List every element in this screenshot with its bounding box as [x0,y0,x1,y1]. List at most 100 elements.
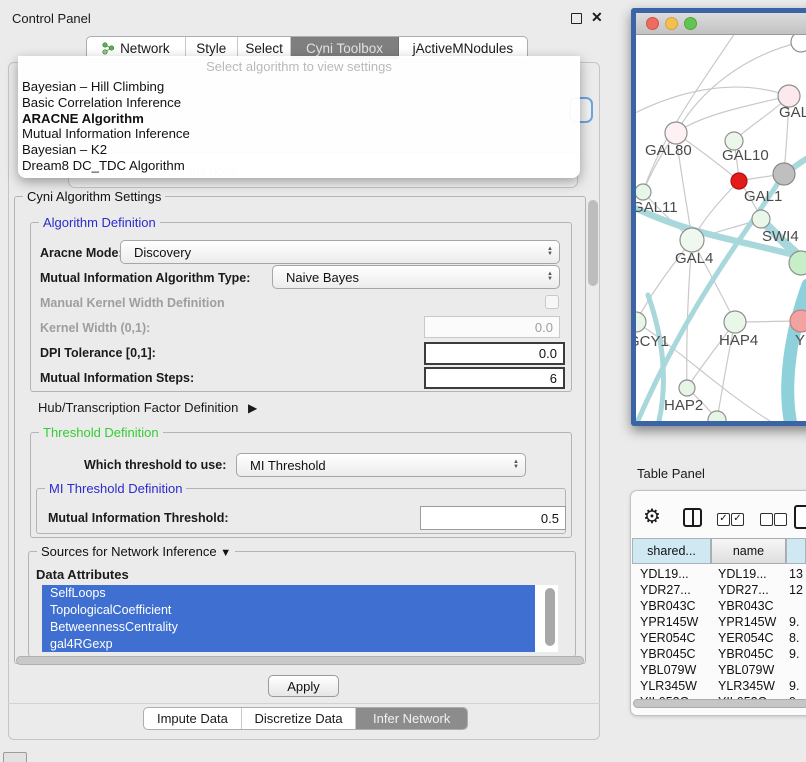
tab-discretize-data[interactable]: Discretize Data [242,708,357,729]
network-window-titlebar[interactable] [636,13,806,35]
table-row[interactable]: YBR045C YBR045C 9. [632,646,806,662]
sources-group-title: Sources for Network Inference ▼ [37,544,235,559]
tab-impute-data[interactable]: Impute Data [144,708,242,729]
close-icon[interactable]: ✕ [591,9,603,26]
checked-checkbox-icon[interactable]: ✓ [731,513,744,526]
cell-name: YBR043C [711,599,786,613]
dpi-tolerance-input[interactable]: 0.0 [424,342,565,365]
which-threshold-select[interactable]: MI Threshold ▲▼ [236,453,526,477]
expanded-arrow-icon[interactable]: ▼ [220,547,231,559]
node[interactable] [636,184,651,200]
cell-value: 9. [786,679,806,693]
network-canvas[interactable]: GAL GAL80 GAL10 GAL11 GAL1 SWI4 GAL4 GCY… [636,35,806,421]
minimize-window-icon[interactable] [665,17,678,30]
dpi-tolerance-label: DPI Tolerance [0,1]: [40,346,156,360]
table-row[interactable]: YDL19... YDL19... 13 [632,566,806,582]
table-row[interactable]: YBL079W YBL079W [632,662,806,678]
node[interactable] [665,122,687,144]
stepper-arrows-icon: ▲▼ [507,460,525,470]
zoom-window-icon[interactable] [684,17,697,30]
which-threshold-label: Which threshold to use: [84,458,226,472]
checked-checkbox-icon[interactable]: ✓ [717,513,730,526]
hub-definition-toggle[interactable]: Hub/Transcription Factor Definition ▶ [38,400,257,415]
split-columns-icon[interactable] [683,508,702,527]
cell-name: YDL19... [711,567,786,581]
menu-item[interactable]: Bayesian – K2 [22,142,576,158]
node[interactable] [636,312,646,332]
node[interactable] [679,380,695,396]
node-label: Y [795,332,805,349]
algorithm-definition-title: Algorithm Definition [39,215,160,230]
node[interactable] [752,210,770,228]
tab-infer-network[interactable]: Infer Network [356,708,467,729]
cell-name: YER054C [711,631,786,645]
table-row[interactable]: YDR27... YDR27... 12 [632,582,806,598]
menu-item-selected[interactable]: ARACNE Algorithm [22,110,576,126]
network-nodes-icon [102,42,115,55]
column-header-clipped[interactable] [786,538,806,564]
tab-select-label: Select [245,41,283,56]
unchecked-checkbox-icon[interactable] [760,513,773,526]
app-screen: Control Panel ✕ Network Style Select Cyn… [0,0,806,762]
close-window-icon[interactable] [646,17,659,30]
settings-horizontal-scrollbar[interactable] [16,656,584,665]
unchecked-checkbox-icon[interactable] [774,513,787,526]
menu-item[interactable]: Basic Correlation Inference [22,95,576,111]
attributes-list-scrollbar[interactable] [545,588,555,646]
apply-button[interactable]: Apply [268,675,339,697]
aracne-mode-select[interactable]: Discovery ▲▼ [120,240,560,264]
mi-steps-input[interactable]: 6 [424,367,565,389]
mi-threshold-input[interactable]: 0.5 [420,506,566,530]
cell-shared-name: YPR145W [632,615,711,629]
attribute-item-selected[interactable]: SelfLoops [42,585,535,602]
column-header-shared-name[interactable]: shared... [632,538,711,564]
threshold-definition-title: Threshold Definition [39,425,163,440]
node[interactable] [791,35,806,52]
network-view-window[interactable]: GAL GAL80 GAL10 GAL11 GAL1 SWI4 GAL4 GCY… [631,8,806,426]
table-row[interactable]: YBR043C YBR043C [632,598,806,614]
algorithm-dropdown-menu: Select algorithm to view settings Bayesi… [18,56,580,178]
mi-steps-label: Mutual Information Steps: [40,371,194,385]
collapsed-arrow-icon: ▶ [248,401,257,415]
node-gray[interactable] [773,163,795,185]
tab-jactivemnodules-label: jActiveMNodules [413,41,514,56]
mi-threshold-group-title: MI Threshold Definition [45,481,186,496]
node[interactable] [680,228,704,252]
minimized-panel-icon[interactable] [3,752,27,762]
menu-item[interactable]: Bayesian – Hill Climbing [22,79,576,95]
table-row[interactable]: YER054C YER054C 8. [632,630,806,646]
manual-kernel-checkbox[interactable] [545,295,559,309]
node-label: GAL [779,104,806,121]
mi-type-select[interactable]: Naive Bayes ▲▼ [272,265,560,289]
node-red[interactable] [731,173,747,189]
tab-cyni-toolbox-label: Cyni Toolbox [306,41,383,56]
cell-shared-name: YLR345W [632,679,711,693]
attribute-item-selected[interactable]: BetweennessCentrality [42,619,535,636]
control-panel-title: Control Panel [12,11,91,26]
table-row[interactable]: YPR145W YPR145W 9. [632,614,806,630]
settings-vertical-scrollbar[interactable] [588,200,598,286]
cell-value: 9. [786,647,806,661]
node-salmon[interactable] [790,310,806,332]
float-panel-icon[interactable] [571,13,582,24]
cell-shared-name: YBL079W [632,663,711,677]
table-header-row: shared... name [632,538,806,564]
table-body: YDL19... YDL19... 13 YDR27... YDR27... 1… [632,566,806,703]
node[interactable] [724,311,746,333]
menu-item[interactable]: Dream8 DC_TDC Algorithm [22,157,576,173]
attribute-item-selected[interactable]: gal4RGexp [42,635,535,652]
table-row[interactable]: YLR345W YLR345W 9. [632,678,806,694]
cell-shared-name: YER054C [632,631,711,645]
stepper-arrows-icon: ▲▼ [541,247,559,257]
attribute-item-selected[interactable]: TopologicalCoefficient [42,602,535,619]
menu-item[interactable]: Mutual Information Inference [22,126,576,142]
mi-type-label: Mutual Information Algorithm Type: [40,271,250,285]
gear-icon[interactable]: ⚙ [643,504,661,529]
cell-name: YBR045C [711,647,786,661]
kernel-width-label: Kernel Width (0,1): [40,321,150,335]
dropdown-placeholder: Select algorithm to view settings [18,59,580,74]
table-horizontal-scrollbar[interactable] [633,699,806,708]
kernel-width-input[interactable]: 0.0 [424,316,560,338]
new-window-icon[interactable] [794,505,806,529]
column-header-name[interactable]: name [711,538,786,564]
